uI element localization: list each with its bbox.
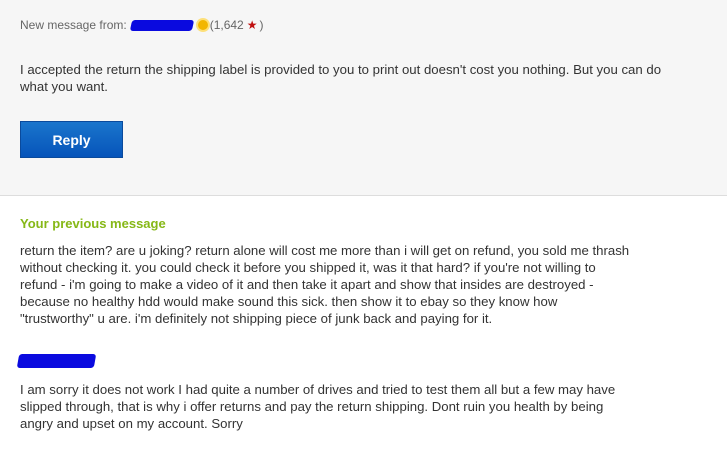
seller-reply-body: I am sorry it does not work I had quite … [20, 382, 616, 431]
redacted-sender-name [129, 19, 194, 31]
previous-message-body: return the item? are u joking? return al… [20, 243, 630, 326]
feedback-star-icon: ★ [246, 18, 258, 32]
message-body: I accepted the return the shipping label… [20, 62, 662, 94]
seller-rank-icon [196, 18, 210, 32]
redacted-author-name [16, 354, 97, 368]
feedback-score-close: ) [259, 18, 264, 32]
message-header: New message from: (1,642 ★ ) [20, 18, 264, 32]
from-label: New message from: [20, 18, 127, 32]
feedback-score: (1,642 [209, 18, 244, 32]
new-message-panel: New message from: (1,642 ★ ) I accepted … [0, 0, 727, 196]
previous-message-heading: Your previous message [20, 216, 166, 231]
reply-button[interactable]: Reply [20, 121, 123, 158]
